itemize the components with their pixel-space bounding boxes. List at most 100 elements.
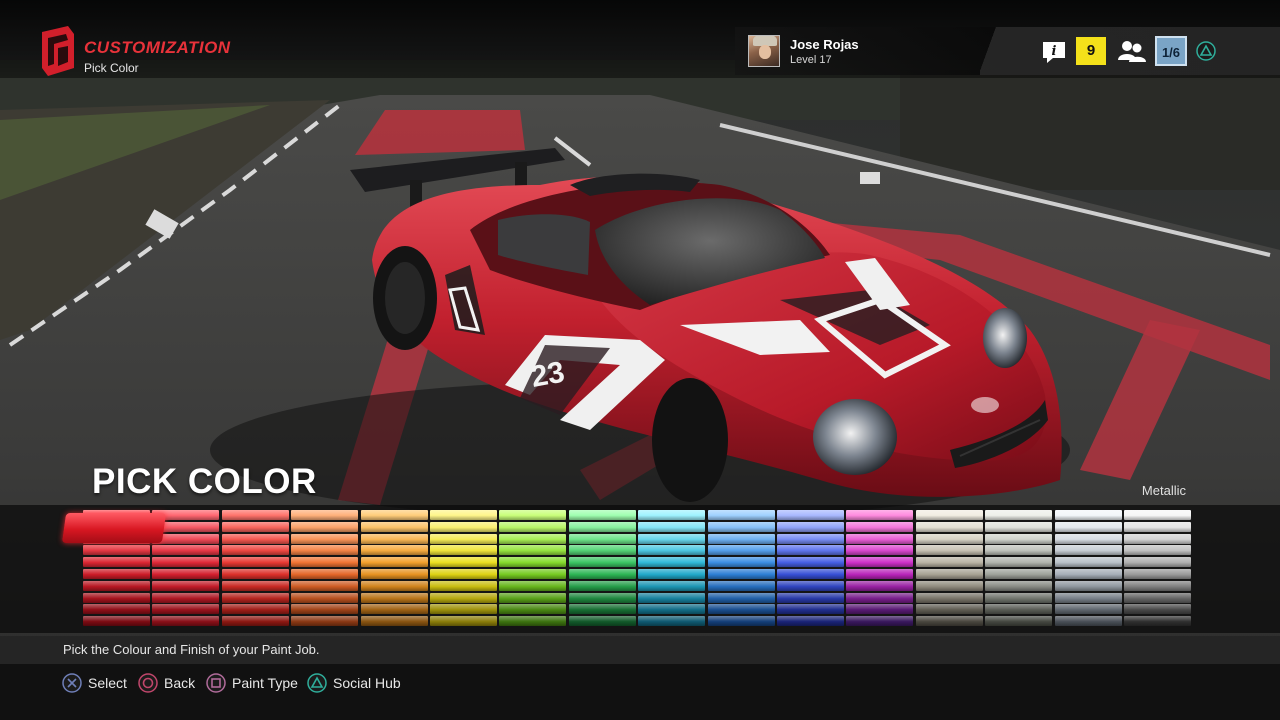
color-swatch[interactable]: [1054, 569, 1122, 579]
color-swatch[interactable]: [360, 604, 428, 615]
color-swatch[interactable]: [707, 557, 775, 568]
color-swatch[interactable]: [707, 604, 775, 615]
color-swatch[interactable]: [915, 557, 983, 568]
color-swatch[interactable]: [360, 533, 428, 544]
color-swatch[interactable]: [985, 604, 1053, 615]
color-swatch[interactable]: [1124, 616, 1191, 627]
color-swatch[interactable]: [985, 510, 1053, 520]
color-swatch[interactable]: [83, 592, 150, 603]
color-swatch[interactable]: [638, 510, 706, 520]
color-swatch[interactable]: [1054, 616, 1122, 627]
color-swatch[interactable]: [707, 510, 775, 520]
color-swatch[interactable]: [499, 569, 567, 579]
color-swatch[interactable]: [568, 521, 636, 532]
color-swatch[interactable]: [568, 557, 636, 568]
color-swatch[interactable]: [638, 521, 706, 532]
color-swatch[interactable]: [707, 580, 775, 591]
color-swatch[interactable]: [83, 557, 150, 568]
color-swatch[interactable]: [638, 580, 706, 591]
color-swatch[interactable]: [1124, 521, 1191, 532]
color-swatch[interactable]: [707, 616, 775, 627]
color-swatch[interactable]: [1124, 510, 1191, 520]
color-swatch[interactable]: [777, 616, 844, 627]
color-swatch[interactable]: [83, 545, 150, 556]
color-swatch[interactable]: [707, 592, 775, 603]
color-swatch[interactable]: [985, 545, 1053, 556]
color-swatch[interactable]: [152, 545, 220, 556]
color-swatch[interactable]: [846, 604, 914, 615]
color-swatch[interactable]: [291, 510, 359, 520]
color-swatch[interactable]: [638, 616, 706, 627]
color-swatch[interactable]: [499, 580, 567, 591]
color-swatch[interactable]: [915, 616, 983, 627]
color-swatch[interactable]: [846, 569, 914, 579]
social-hub-prompt[interactable]: Social Hub: [307, 672, 401, 694]
color-swatch[interactable]: [430, 604, 497, 615]
color-swatch[interactable]: [777, 521, 844, 532]
color-swatch[interactable]: [291, 545, 359, 556]
color-swatch[interactable]: [83, 580, 150, 591]
color-swatch[interactable]: [777, 510, 844, 520]
color-swatch[interactable]: [221, 533, 289, 544]
color-swatch[interactable]: [915, 604, 983, 615]
color-swatch[interactable]: [568, 545, 636, 556]
color-swatch[interactable]: [221, 545, 289, 556]
color-swatch[interactable]: [152, 580, 220, 591]
color-swatch[interactable]: [915, 510, 983, 520]
color-swatch[interactable]: [1124, 569, 1191, 579]
color-swatch[interactable]: [499, 521, 567, 532]
color-swatch[interactable]: [291, 592, 359, 603]
color-swatch[interactable]: [985, 616, 1053, 627]
color-swatch[interactable]: [777, 604, 844, 615]
color-swatch[interactable]: [1124, 592, 1191, 603]
color-swatch[interactable]: [1054, 580, 1122, 591]
color-swatch[interactable]: [777, 545, 844, 556]
info-icon[interactable]: i: [1041, 40, 1067, 64]
color-swatch[interactable]: [360, 545, 428, 556]
color-swatch[interactable]: [360, 580, 428, 591]
color-swatch[interactable]: [430, 569, 497, 579]
color-swatch[interactable]: [777, 569, 844, 579]
color-swatch[interactable]: [707, 521, 775, 532]
color-swatch[interactable]: [707, 569, 775, 579]
color-swatch[interactable]: [777, 533, 844, 544]
color-swatch[interactable]: [638, 569, 706, 579]
color-swatch[interactable]: [1054, 533, 1122, 544]
color-swatch[interactable]: [915, 521, 983, 532]
color-swatch[interactable]: [430, 545, 497, 556]
color-swatch[interactable]: [1054, 510, 1122, 520]
color-swatch[interactable]: [152, 604, 220, 615]
color-swatch[interactable]: [221, 604, 289, 615]
color-swatch[interactable]: [291, 521, 359, 532]
color-swatch[interactable]: [846, 616, 914, 627]
color-swatch[interactable]: [291, 616, 359, 627]
triangle-button-icon[interactable]: [1196, 41, 1216, 61]
color-swatch[interactable]: [985, 569, 1053, 579]
color-swatch[interactable]: [360, 510, 428, 520]
color-swatch[interactable]: [707, 533, 775, 544]
color-swatch[interactable]: [915, 533, 983, 544]
color-swatch[interactable]: [360, 592, 428, 603]
color-swatch[interactable]: [638, 533, 706, 544]
color-swatch[interactable]: [915, 580, 983, 591]
color-swatch[interactable]: [430, 533, 497, 544]
color-swatch[interactable]: [846, 557, 914, 568]
color-swatch[interactable]: [83, 604, 150, 615]
color-swatch[interactable]: [568, 510, 636, 520]
color-swatch[interactable]: [1054, 592, 1122, 603]
color-swatch[interactable]: [430, 510, 497, 520]
color-swatch[interactable]: [638, 545, 706, 556]
color-swatch[interactable]: [360, 616, 428, 627]
color-swatch[interactable]: [568, 533, 636, 544]
color-swatch[interactable]: [1054, 521, 1122, 532]
color-swatch[interactable]: [1054, 604, 1122, 615]
color-swatch[interactable]: [846, 580, 914, 591]
color-swatch[interactable]: [1054, 545, 1122, 556]
color-swatch[interactable]: [83, 569, 150, 579]
color-swatch[interactable]: [221, 569, 289, 579]
color-swatch[interactable]: [152, 569, 220, 579]
color-swatch[interactable]: [568, 592, 636, 603]
back-prompt[interactable]: Back: [138, 672, 195, 694]
color-swatch[interactable]: [1124, 580, 1191, 591]
color-swatch[interactable]: [499, 604, 567, 615]
